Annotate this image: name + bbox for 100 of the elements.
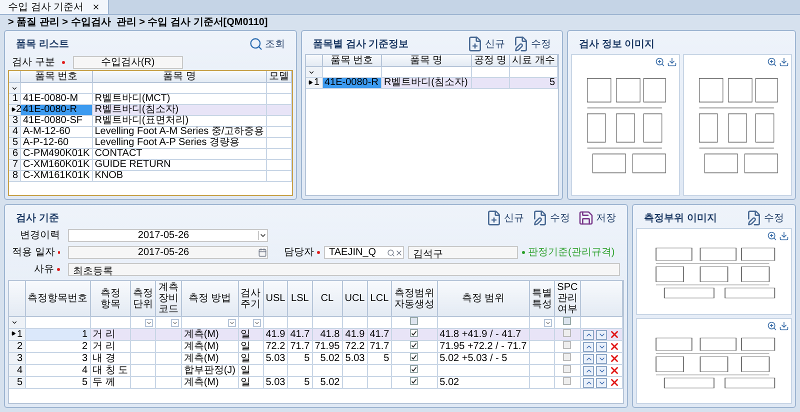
column-header[interactable]: 계측 장비 코드 [156,281,182,316]
column-header[interactable]: 측정 방법 [181,281,238,316]
edit-button[interactable]: 수정 [532,210,570,226]
checkbox[interactable] [410,341,418,350]
table-row[interactable]: 4 4 대 칭 도 합부판정(J) 일 [9,364,622,376]
column-header[interactable]: 검사 주기 [238,281,264,316]
table-row[interactable]: 241E-0080-R R벨트바디(침소자) [9,104,292,116]
date-dropdown[interactable]: 2017-05-26 [68,229,268,242]
checkbox[interactable] [563,329,572,337]
column-header[interactable]: 품목 번호 [20,71,92,82]
checkbox[interactable] [410,329,418,338]
name-field: 김석구 [408,246,518,259]
checkbox[interactable] [410,365,418,374]
table-row[interactable]: 8 C-XM161K01K KNOB [9,170,292,182]
move-up-button[interactable] [583,354,594,364]
move-down-button[interactable] [596,378,607,388]
column-header[interactable]: 측정항목번호 [25,281,90,316]
row-number: 4 [9,364,25,376]
table-row[interactable]: 4 A-M-12-60 Levelling Foot A-M Series 중/고하중용 [9,126,292,138]
column-header[interactable]: USL [263,281,288,316]
new-button[interactable]: 신규 [486,210,524,226]
column-header[interactable]: 시료 개수 [509,55,558,66]
table-row[interactable]: 5 A-P-12-60 Levelling Foot A-P Series 경량용 [9,138,292,148]
zoom-icon[interactable] [767,320,777,330]
column-header[interactable]: 품목 명 [92,71,267,82]
table-row[interactable]: 1 1 거 리 계측(M) 일 41.9 41.7 41.8 41.9 41.7 41.8 +41.9 / - 41.7 [9,328,622,340]
filter-checkbox[interactable] [410,317,418,325]
column-header[interactable]: LSL [288,281,312,316]
table-cell: R벨트바디(침소자) [381,78,472,88]
zoom-icon[interactable] [767,231,777,241]
row-number: 8 [9,170,20,182]
move-up-button[interactable] [583,342,594,352]
filter-checkbox[interactable] [563,317,572,325]
checkbox[interactable] [563,377,572,385]
row-number: 5 [9,376,25,388]
table-row[interactable]: 3 3 내 경 계측(M) 일 5.03 5 5.02 5.03 5 5.02 +5.03 / - 5 [9,352,622,364]
field-label: 담당자 [284,246,314,260]
edit-button[interactable]: 수정 [513,36,551,52]
column-header[interactable]: 품목 명 [381,55,472,66]
table-row[interactable]: 5 5 두 께 계측(M) 일 5.03 5 5.02 5.02 [9,376,622,388]
column-header[interactable]: UCL [342,281,368,316]
checkbox[interactable] [410,353,418,362]
column-header[interactable]: 측정 단위 [130,281,156,316]
reason-field[interactable]: 최초등록 [68,263,620,276]
table-row[interactable]: 2 2 거 리 계측(M) 일 72.2 71.7 71.95 72.2 71.7 71.95 +72.2 / - 71.7 [9,340,622,352]
move-down-button[interactable] [596,330,607,340]
document-tab[interactable]: 수입 검사 기준서 [0,0,109,14]
column-header[interactable]: CL [312,281,342,316]
table-row[interactable]: 7 C-XM160K01K GUIDE RETURN [9,160,292,170]
move-down-button[interactable] [596,354,607,364]
search-icon [249,37,263,51]
column-header[interactable]: 모델 [266,71,292,82]
select-field[interactable]: 수입검사(R) [72,56,183,68]
column-header[interactable]: 품목 번호 [322,55,382,66]
delete-icon [609,377,620,388]
delete-button[interactable] [609,366,620,376]
checkbox[interactable] [563,353,572,361]
column-header[interactable]: 측정 항목 [90,281,131,316]
delete-button[interactable] [609,378,620,388]
table-row[interactable]: 1 41E-0080-R R벨트바디(침소자) 5 [306,78,558,88]
table-row[interactable]: 3 41E-0080-SF R벨트바디(표면처리) [9,116,292,126]
download-icon[interactable] [779,320,789,330]
move-up-button[interactable] [583,366,594,376]
edit-button[interactable]: 수정 [746,210,784,226]
dropdown-icon [258,231,267,240]
table-row[interactable]: 1 41E-0080-M R벨트바디(MCT) [9,94,292,104]
filter-dropdown-icon [544,318,552,326]
download-icon[interactable] [779,231,789,241]
column-header[interactable]: 특별 특성 [529,281,554,316]
download-icon[interactable] [779,57,789,67]
checkbox[interactable] [563,365,572,373]
download-icon[interactable] [667,57,677,67]
table-cell [342,376,368,388]
column-header[interactable]: 공정 명 [471,55,510,66]
column-header[interactable]: 측정 범위 [437,281,530,316]
table-row[interactable]: 6 C-PM490K01K CONTACT [9,148,292,160]
column-header[interactable]: 측정범위 자동생성 [392,281,438,316]
field-label: 적용 일자 [12,246,55,260]
table-cell: 일 [238,376,264,388]
manager-field[interactable]: TAEJIN_Q [324,246,404,259]
move-up-button[interactable] [583,378,594,388]
column-header[interactable]: LCL [367,281,392,316]
move-up-button[interactable] [583,330,594,340]
delete-button[interactable] [609,342,620,352]
checkbox[interactable] [563,341,572,349]
delete-icon [609,365,620,376]
row-number: 2 [9,340,25,352]
column-header[interactable]: SPC 관리 여부 [554,281,580,316]
save-button[interactable]: 저장 [578,210,616,226]
field-label: 검사 구분 [12,56,55,70]
move-down-button[interactable] [596,366,607,376]
checkbox[interactable] [410,377,418,386]
search-button[interactable]: 조회 [249,36,285,52]
new-button[interactable]: 신규 [467,36,505,52]
delete-button[interactable] [609,354,620,364]
date-field[interactable]: 2017-05-26 [68,246,268,259]
delete-button[interactable] [609,330,620,340]
zoom-icon[interactable] [767,57,777,67]
zoom-icon[interactable] [655,57,665,67]
move-down-button[interactable] [596,342,607,352]
